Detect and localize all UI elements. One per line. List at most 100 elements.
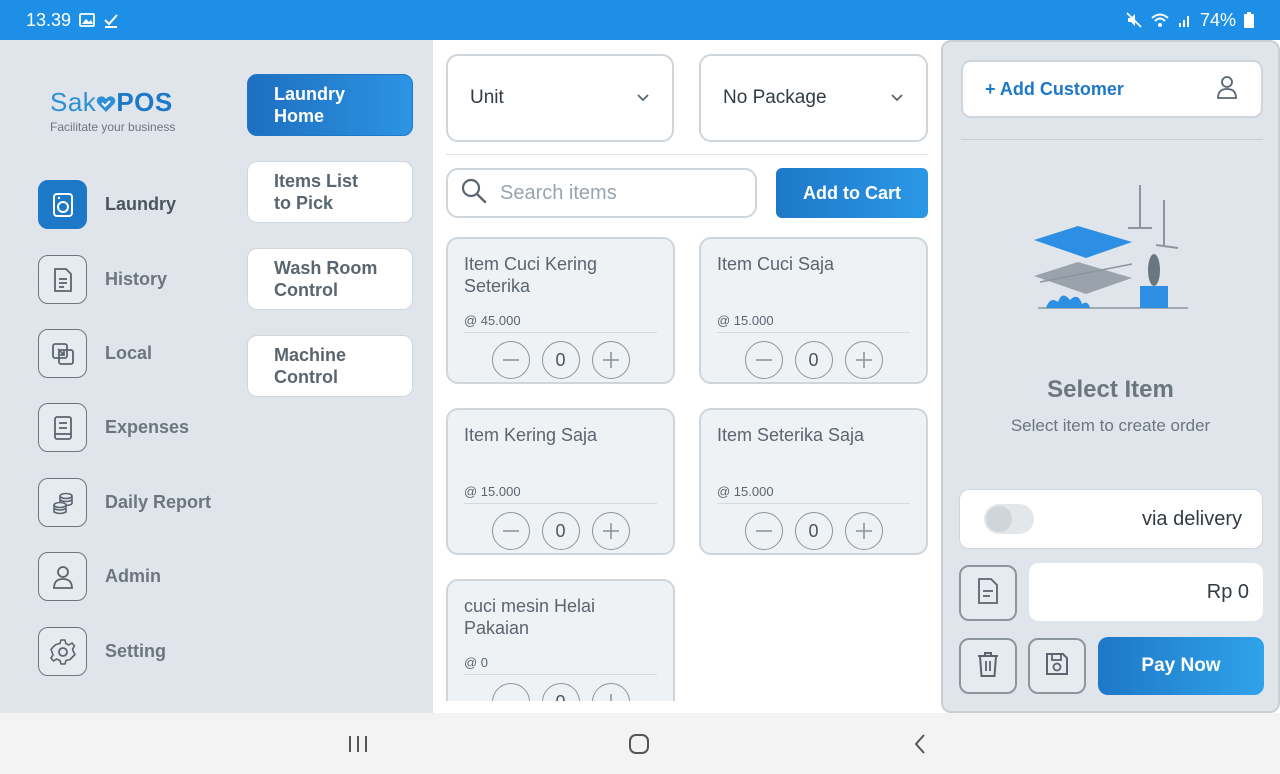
- signal-icon: [1178, 13, 1192, 27]
- plus-icon: [602, 523, 619, 539]
- quantity-stepper: 0: [464, 341, 657, 379]
- minus-icon: [502, 530, 519, 532]
- washing-machine-icon: [38, 180, 87, 229]
- plus-icon: [855, 523, 872, 539]
- divider: [446, 154, 928, 155]
- minus-icon: [755, 359, 772, 361]
- cart-panel: + Add Customer Select Item Select item t…: [941, 40, 1280, 713]
- decrement-button[interactable]: [744, 341, 783, 379]
- save-button[interactable]: [1028, 638, 1086, 694]
- item-name: cuci mesin Helai Pakaian: [464, 596, 596, 638]
- subnav-wash-room-control[interactable]: Wash Room Control: [247, 248, 413, 310]
- search-box[interactable]: [446, 168, 757, 218]
- search-icon: [460, 177, 488, 210]
- search-input[interactable]: [500, 181, 740, 205]
- note-icon: [976, 577, 1000, 610]
- increment-button[interactable]: [844, 512, 883, 550]
- sidebar-item-label: Admin: [105, 566, 161, 586]
- divider: [961, 139, 1263, 140]
- sidebar-item-label: Expenses: [105, 417, 190, 437]
- wifi-icon: [1150, 12, 1170, 28]
- item-name: Item Kering Saja: [464, 425, 598, 445]
- save-icon: [1044, 651, 1070, 682]
- coins-icon: [38, 478, 87, 527]
- empty-cart-title: Select Item: [1047, 376, 1174, 403]
- subnav-machine-control[interactable]: Machine Control: [247, 335, 413, 397]
- status-bar: 13.39 74%: [0, 0, 1280, 40]
- quantity-value: 0: [794, 512, 833, 550]
- item-name: Item Cuci Kering Seterika: [464, 254, 598, 296]
- back-button[interactable]: [900, 731, 940, 757]
- total-amount: Rp 0: [1029, 563, 1263, 621]
- item-card[interactable]: Item Kering Saja @ 15.000 0: [446, 408, 675, 555]
- decrement-button[interactable]: [491, 341, 530, 379]
- sidebar-item-local[interactable]: Local: [38, 329, 152, 378]
- package-select[interactable]: No Package: [699, 54, 928, 142]
- empty-cart-subtitle: Select item to create order: [1010, 416, 1211, 435]
- recent-apps-button[interactable]: [338, 731, 378, 757]
- gear-icon: [38, 627, 87, 676]
- delivery-toggle[interactable]: [984, 504, 1034, 534]
- sidebar-item-setting[interactable]: Setting: [38, 627, 166, 676]
- note-button[interactable]: [959, 565, 1017, 621]
- minus-icon: [755, 530, 772, 532]
- item-card[interactable]: Item Cuci Saja @ 15.000 0: [699, 237, 928, 384]
- app-logo: Sak POS Facilitate your business: [50, 87, 176, 134]
- item-card[interactable]: Item Seterika Saja @ 15.000 0: [699, 408, 928, 555]
- document-icon: [38, 255, 87, 304]
- sidebar-item-daily-report[interactable]: Daily Report: [38, 478, 211, 527]
- quantity-stepper: 0: [464, 512, 657, 550]
- item-card[interactable]: Item Cuci Kering Seterika @ 45.000 0: [446, 237, 675, 384]
- sidebar-item-label: Daily Report: [105, 492, 212, 512]
- pay-now-button[interactable]: Pay Now: [1098, 637, 1264, 695]
- delete-button[interactable]: [959, 638, 1017, 694]
- delivery-label: via delivery: [1141, 507, 1242, 530]
- sidebar-item-expenses[interactable]: Expenses: [38, 403, 189, 452]
- empty-cart-illustration: [1028, 180, 1198, 355]
- back-icon: [914, 734, 925, 754]
- battery-icon: [1244, 12, 1254, 28]
- sidebar: Sak POS Facilitate your business Laundry …: [0, 40, 433, 713]
- scroll-clip: [433, 701, 941, 713]
- item-name: Item Cuci Saja: [717, 254, 835, 274]
- toggle-knob: [986, 506, 1012, 532]
- sidebar-item-laundry[interactable]: Laundry: [38, 180, 176, 229]
- home-icon: [629, 734, 649, 754]
- item-panel: Unit No Package Add to Cart Item Cuci Ke…: [433, 40, 941, 713]
- increment-button[interactable]: [591, 341, 630, 379]
- user-icon: [38, 552, 87, 601]
- quantity-stepper: 0: [717, 341, 910, 379]
- image-icon: [79, 13, 95, 27]
- battery-percent: 74%: [1199, 9, 1236, 30]
- item-name: Item Seterika Saja: [717, 425, 865, 445]
- quantity-stepper: 0: [717, 512, 910, 550]
- unit-select[interactable]: Unit: [446, 54, 674, 142]
- decrement-button[interactable]: [744, 512, 783, 550]
- system-nav-bar: [0, 713, 1280, 774]
- quantity-value: 0: [794, 341, 833, 379]
- sidebar-item-history[interactable]: History: [38, 255, 167, 304]
- app-tagline: Facilitate your business: [50, 120, 176, 134]
- home-button[interactable]: [619, 731, 659, 757]
- add-to-cart-button[interactable]: Add to Cart: [776, 168, 928, 218]
- chevron-down-icon: [890, 87, 904, 109]
- item-card[interactable]: cuci mesin HelaiPakaian @ 0 0: [446, 579, 675, 713]
- increment-button[interactable]: [844, 341, 883, 379]
- increment-button[interactable]: [591, 512, 630, 550]
- sidebar-item-label: Local: [105, 343, 153, 363]
- mute-icon: [1126, 12, 1142, 28]
- add-customer-button[interactable]: + Add Customer: [961, 60, 1263, 118]
- sidebar-item-admin[interactable]: Admin: [38, 552, 161, 601]
- check-icon: [103, 12, 119, 28]
- subnav-laundry-home[interactable]: Laundry Home: [247, 74, 413, 136]
- heart-icon: [96, 87, 116, 117]
- local-icon: [38, 329, 87, 378]
- plus-icon: [602, 352, 619, 368]
- book-icon: [38, 403, 87, 452]
- item-price: @ 45.000: [464, 313, 657, 333]
- user-icon: [1215, 74, 1239, 105]
- subnav-items-list-to-pick[interactable]: Items List to Pick: [247, 161, 413, 223]
- item-price: @ 0: [464, 655, 657, 675]
- sidebar-item-label: Setting: [105, 641, 166, 661]
- decrement-button[interactable]: [491, 512, 530, 550]
